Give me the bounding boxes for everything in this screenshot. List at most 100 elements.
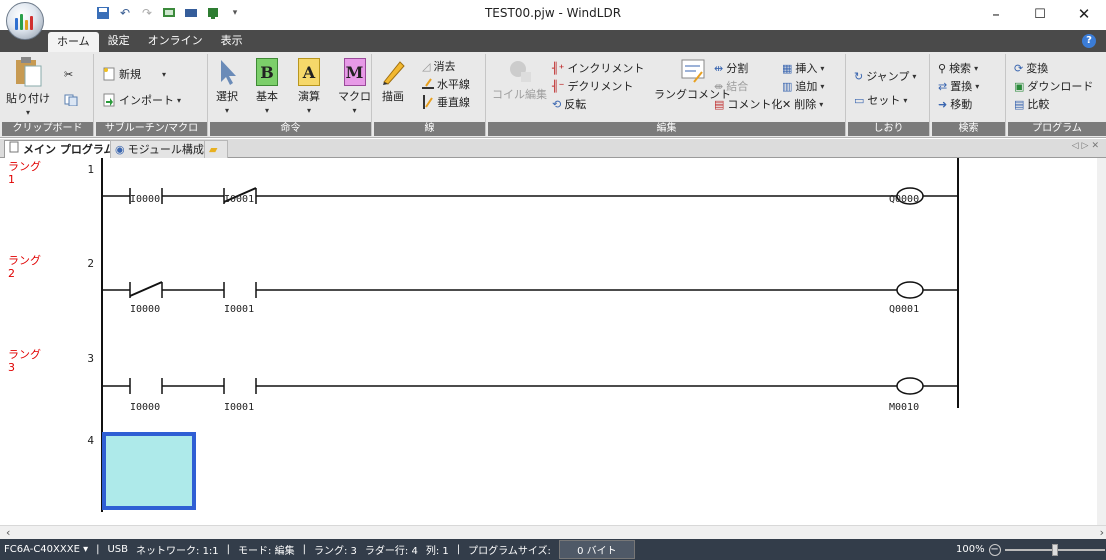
invert-button[interactable]: ⟲ 反転 xyxy=(552,96,586,112)
output-coil xyxy=(896,377,924,395)
horizontal-line-icon xyxy=(422,78,434,90)
group-search: ⚲ 検索 ▾ ⇄ 置換 ▾ ➜ 移動 検索 xyxy=(932,54,1006,136)
program-size-label: プログラムサイズ: xyxy=(468,546,551,557)
insert-button[interactable]: ▦ 挿入 ▾ xyxy=(782,60,824,76)
join-button[interactable]: ⇼ 結合 xyxy=(714,78,748,94)
folder-icon: ▰ xyxy=(209,143,218,156)
tab-scroll-arrows[interactable]: ◁▷✕ xyxy=(1072,141,1102,151)
save-icon[interactable] xyxy=(94,4,112,22)
ladder-editor[interactable]: ラング 1 1 I0000 I0001 Q0000 ラング 2 2 I0000 I0… xyxy=(0,158,1097,525)
convert-button[interactable]: ⟳ 変換 xyxy=(1014,60,1048,76)
cursor-arrow-icon xyxy=(216,58,238,86)
minimize-button[interactable]: – xyxy=(974,0,1018,28)
comment-out-icon: ▤ xyxy=(714,97,725,111)
increment-icon: ╢⁺ xyxy=(552,61,565,75)
connection-type: USB xyxy=(107,544,129,555)
jump-icon: ↻ xyxy=(854,69,864,83)
paste-button[interactable]: 貼り付け ▾ xyxy=(6,56,50,117)
group-label-bookmark: しおり xyxy=(848,122,929,136)
tab-online[interactable]: オンライン xyxy=(139,30,212,52)
add-button[interactable]: ▥ 追加 ▾ xyxy=(782,78,824,94)
contact-address: I0000 xyxy=(130,194,161,205)
import-button[interactable]: インポート ▾ xyxy=(102,92,181,108)
set-bookmark-button[interactable]: ▭ セット ▾ xyxy=(854,92,907,108)
column-status: 列: 1 xyxy=(425,546,449,557)
editor-cursor[interactable] xyxy=(102,432,196,510)
compare-icon: ▤ xyxy=(1014,97,1025,111)
erase-line-button[interactable]: ◿ 消去 xyxy=(422,58,455,74)
macro-m-icon: M xyxy=(343,58,366,86)
vertical-line-button[interactable]: 垂直線 xyxy=(422,94,470,110)
find-button[interactable]: ⚲ 検索 ▾ xyxy=(938,60,978,76)
new-document-icon xyxy=(102,67,116,81)
group-program: ⟳ 変換 ▣ ダウンロード ▤ 比較 プログラム xyxy=(1008,54,1106,136)
coil-edit-icon xyxy=(507,58,533,84)
split-button[interactable]: ⇹ 分割 xyxy=(714,60,748,76)
maximize-button[interactable]: ☐ xyxy=(1018,0,1062,28)
group-instruction: 選択 ▾ B 基本 ▾ A 演算 ▾ M マクロ ▾ 命令 xyxy=(210,54,372,136)
mode-status: モード: 編集 xyxy=(238,546,295,557)
basic-instruction-button[interactable]: B 基本 ▾ xyxy=(256,58,278,115)
select-button[interactable]: 選択 ▾ xyxy=(216,58,238,115)
monitor-icon[interactable] xyxy=(160,4,178,22)
upload-icon[interactable] xyxy=(204,4,222,22)
tab-settings[interactable]: 設定 xyxy=(99,30,139,52)
download-program-icon: ▣ xyxy=(1014,79,1025,93)
plc-type[interactable]: FC6A-C40XXXE ▾ xyxy=(0,544,92,555)
zoom-slider[interactable] xyxy=(1004,543,1105,556)
contact-nc-slash xyxy=(129,281,163,297)
scroll-left-icon[interactable]: ‹ xyxy=(6,526,10,539)
calc-instruction-button[interactable]: A 演算 ▾ xyxy=(298,58,320,115)
macro-instruction-button[interactable]: M マクロ ▾ xyxy=(338,58,371,115)
comment-out-button[interactable]: ▤ コメント化 xyxy=(714,96,782,112)
help-icon[interactable]: ? xyxy=(1082,34,1096,48)
rung-number: 1 xyxy=(87,163,94,176)
tab-view[interactable]: 表示 xyxy=(212,30,252,52)
horizontal-line-button[interactable]: 水平線 xyxy=(422,76,470,92)
calc-a-icon: A xyxy=(298,58,320,86)
copy-icon[interactable] xyxy=(64,94,78,106)
contact-address: I0001 xyxy=(224,194,255,205)
decrement-button[interactable]: ╢⁻ デクリメント xyxy=(552,78,633,94)
redo-icon[interactable]: ↷ xyxy=(138,4,156,22)
tab-extra[interactable]: ▰ xyxy=(204,140,228,158)
group-label-line: 線 xyxy=(374,122,485,136)
tab-home[interactable]: ホーム xyxy=(48,32,99,52)
ribbon-tab-bar: ホーム 設定 オンライン 表示 ? xyxy=(0,30,1106,52)
move-button[interactable]: ➜ 移動 xyxy=(938,96,972,112)
customize-toolbar-icon[interactable]: ▾ xyxy=(226,4,244,22)
download-button[interactable]: ▣ ダウンロード xyxy=(1014,78,1093,94)
convert-icon: ⟳ xyxy=(1014,61,1024,75)
bookmark-icon: ▭ xyxy=(854,93,865,107)
zoom-out-icon[interactable]: − xyxy=(988,543,1001,556)
horizontal-scrollbar[interactable]: ‹ › xyxy=(0,525,1106,539)
compare-button[interactable]: ▤ 比較 xyxy=(1014,96,1049,112)
decrement-icon: ╢⁻ xyxy=(552,79,565,93)
eraser-icon: ◿ xyxy=(422,59,431,73)
delete-icon: ✕ xyxy=(782,97,792,111)
coil-edit-button[interactable]: コイル編集 xyxy=(492,58,547,102)
jump-button[interactable]: ↻ ジャンプ ▾ xyxy=(854,68,916,84)
draw-button[interactable]: 描画 xyxy=(380,58,406,104)
replace-button[interactable]: ⇄ 置換 ▾ xyxy=(938,78,979,94)
undo-icon[interactable]: ↶ xyxy=(116,4,134,22)
application-menu-button[interactable] xyxy=(6,2,44,40)
module-config-icon: ◉ xyxy=(115,143,125,156)
tab-module-config[interactable]: ◉ モジュール構成 xyxy=(110,140,211,158)
insert-icon: ▦ xyxy=(782,61,793,75)
windldr-logo-icon xyxy=(15,12,35,30)
scroll-right-icon[interactable]: › xyxy=(1100,526,1104,539)
download-icon[interactable] xyxy=(182,4,200,22)
new-subroutine-button[interactable]: 新規 ▾ xyxy=(102,66,166,82)
zoom-slider-thumb[interactable] xyxy=(1051,543,1058,556)
close-button[interactable]: ✕ xyxy=(1062,0,1106,28)
binoculars-icon: ⚲ xyxy=(938,61,947,75)
vertical-scrollbar[interactable] xyxy=(1097,158,1106,525)
coil-address: Q0001 xyxy=(889,304,920,315)
zoom-level: 100% xyxy=(956,544,985,555)
group-label-program: プログラム xyxy=(1008,122,1106,136)
delete-button[interactable]: ✕ 削除 ▾ xyxy=(782,96,823,112)
cut-icon[interactable]: ✂ xyxy=(64,68,73,81)
tab-main-program[interactable]: メイン プログラム xyxy=(4,140,122,158)
increment-button[interactable]: ╢⁺ インクリメント xyxy=(552,60,644,76)
